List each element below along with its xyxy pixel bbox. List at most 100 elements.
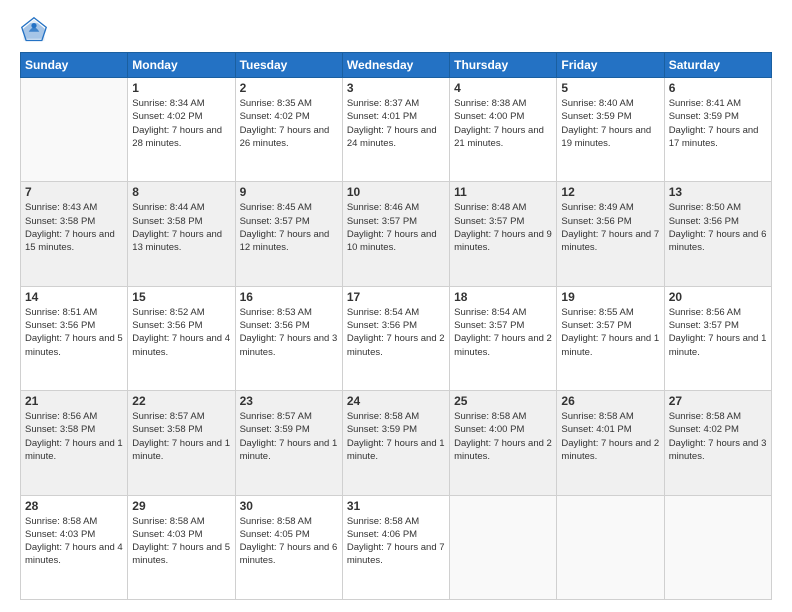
day-number: 5 (561, 81, 659, 95)
logo (20, 16, 52, 44)
calendar-day-cell: 12 Sunrise: 8:49 AMSunset: 3:56 PMDayligh… (557, 182, 664, 286)
weekday-header-saturday: Saturday (664, 53, 771, 78)
calendar-day-cell: 16 Sunrise: 8:53 AMSunset: 3:56 PMDayligh… (235, 286, 342, 390)
day-info: Sunrise: 8:54 AMSunset: 3:56 PMDaylight:… (347, 306, 445, 359)
day-number: 19 (561, 290, 659, 304)
day-number: 22 (132, 394, 230, 408)
calendar-week-row: 14Sunrise: 8:51 AMSunset: 3:56 PMDayligh… (21, 286, 772, 390)
calendar-day-cell: 20 Sunrise: 8:56 AMSunset: 3:57 PMDayligh… (664, 286, 771, 390)
weekday-header-wednesday: Wednesday (342, 53, 449, 78)
day-info: Sunrise: 8:37 AMSunset: 4:01 PMDaylight:… (347, 97, 445, 150)
calendar-day-cell: 29 Sunrise: 8:58 AMSunset: 4:03 PMDayligh… (128, 495, 235, 599)
day-number: 12 (561, 185, 659, 199)
calendar-day-cell: 24 Sunrise: 8:58 AMSunset: 3:59 PMDayligh… (342, 391, 449, 495)
calendar-day-cell: 5 Sunrise: 8:40 AMSunset: 3:59 PMDaylight… (557, 78, 664, 182)
weekday-header-sunday: Sunday (21, 53, 128, 78)
calendar-day-cell: 11 Sunrise: 8:48 AMSunset: 3:57 PMDayligh… (450, 182, 557, 286)
day-number: 11 (454, 185, 552, 199)
day-number: 14 (25, 290, 123, 304)
day-info: Sunrise: 8:52 AMSunset: 3:56 PMDaylight:… (132, 306, 230, 359)
day-number: 3 (347, 81, 445, 95)
calendar-day-cell: 25 Sunrise: 8:58 AMSunset: 4:00 PMDayligh… (450, 391, 557, 495)
day-info: Sunrise: 8:58 AMSunset: 4:02 PMDaylight:… (669, 410, 767, 463)
calendar-day-cell: 15 Sunrise: 8:52 AMSunset: 3:56 PMDayligh… (128, 286, 235, 390)
calendar-day-cell: 1 Sunrise: 8:34 AMSunset: 4:02 PMDaylight… (128, 78, 235, 182)
day-info: Sunrise: 8:49 AMSunset: 3:56 PMDaylight:… (561, 201, 659, 254)
calendar-day-cell: 21 Sunrise: 8:56 AMSunset: 3:58 PMDayligh… (21, 391, 128, 495)
calendar-day-cell: 19Sunrise: 8:55 AMSunset: 3:57 PMDayligh… (557, 286, 664, 390)
day-info: Sunrise: 8:58 AMSunset: 4:05 PMDaylight:… (240, 515, 338, 568)
calendar-day-cell: 18Sunrise: 8:54 AMSunset: 3:57 PMDayligh… (450, 286, 557, 390)
calendar-day-cell: 10Sunrise: 8:46 AMSunset: 3:57 PMDayligh… (342, 182, 449, 286)
day-info: Sunrise: 8:44 AMSunset: 3:58 PMDaylight:… (132, 201, 230, 254)
day-info: Sunrise: 8:58 AMSunset: 4:06 PMDaylight:… (347, 515, 445, 568)
day-number: 23 (240, 394, 338, 408)
calendar-day-cell (450, 495, 557, 599)
calendar-week-row: 21 Sunrise: 8:56 AMSunset: 3:58 PMDayligh… (21, 391, 772, 495)
day-info: Sunrise: 8:34 AMSunset: 4:02 PMDaylight:… (132, 97, 230, 150)
calendar-day-cell: 28 Sunrise: 8:58 AMSunset: 4:03 PMDayligh… (21, 495, 128, 599)
day-info: Sunrise: 8:40 AMSunset: 3:59 PMDaylight:… (561, 97, 659, 150)
day-info: Sunrise: 8:57 AMSunset: 3:58 PMDaylight:… (132, 410, 230, 463)
day-number: 4 (454, 81, 552, 95)
day-number: 6 (669, 81, 767, 95)
calendar-day-cell: 22 Sunrise: 8:57 AMSunset: 3:58 PMDayligh… (128, 391, 235, 495)
calendar-day-cell: 31 Sunrise: 8:58 AMSunset: 4:06 PMDayligh… (342, 495, 449, 599)
day-number: 21 (25, 394, 123, 408)
calendar-day-cell: 7Sunrise: 8:43 AMSunset: 3:58 PMDaylight… (21, 182, 128, 286)
day-number: 27 (669, 394, 767, 408)
calendar-day-cell (664, 495, 771, 599)
calendar-day-cell: 17Sunrise: 8:54 AMSunset: 3:56 PMDayligh… (342, 286, 449, 390)
day-info: Sunrise: 8:56 AMSunset: 3:57 PMDaylight:… (669, 306, 767, 359)
day-number: 16 (240, 290, 338, 304)
calendar-day-cell: 23Sunrise: 8:57 AMSunset: 3:59 PMDayligh… (235, 391, 342, 495)
weekday-header-thursday: Thursday (450, 53, 557, 78)
day-number: 15 (132, 290, 230, 304)
weekday-header-row: SundayMondayTuesdayWednesdayThursdayFrid… (21, 53, 772, 78)
calendar-day-cell: 14Sunrise: 8:51 AMSunset: 3:56 PMDayligh… (21, 286, 128, 390)
calendar-day-cell (557, 495, 664, 599)
day-info: Sunrise: 8:53 AMSunset: 3:56 PMDaylight:… (240, 306, 338, 359)
day-info: Sunrise: 8:45 AMSunset: 3:57 PMDaylight:… (240, 201, 338, 254)
day-info: Sunrise: 8:48 AMSunset: 3:57 PMDaylight:… (454, 201, 552, 254)
day-number: 20 (669, 290, 767, 304)
day-number: 2 (240, 81, 338, 95)
day-info: Sunrise: 8:38 AMSunset: 4:00 PMDaylight:… (454, 97, 552, 150)
day-number: 8 (132, 185, 230, 199)
calendar-day-cell: 13 Sunrise: 8:50 AMSunset: 3:56 PMDayligh… (664, 182, 771, 286)
calendar-day-cell: 3 Sunrise: 8:37 AMSunset: 4:01 PMDaylight… (342, 78, 449, 182)
day-info: Sunrise: 8:56 AMSunset: 3:58 PMDaylight:… (25, 410, 123, 463)
day-number: 25 (454, 394, 552, 408)
calendar-day-cell: 2 Sunrise: 8:35 AMSunset: 4:02 PMDaylight… (235, 78, 342, 182)
calendar-day-cell: 30 Sunrise: 8:58 AMSunset: 4:05 PMDayligh… (235, 495, 342, 599)
weekday-header-tuesday: Tuesday (235, 53, 342, 78)
day-number: 18 (454, 290, 552, 304)
day-number: 31 (347, 499, 445, 513)
day-number: 7 (25, 185, 123, 199)
calendar-day-cell: 26 Sunrise: 8:58 AMSunset: 4:01 PMDayligh… (557, 391, 664, 495)
day-info: Sunrise: 8:58 AMSunset: 4:00 PMDaylight:… (454, 410, 552, 463)
day-number: 26 (561, 394, 659, 408)
day-number: 24 (347, 394, 445, 408)
day-number: 1 (132, 81, 230, 95)
day-number: 28 (25, 499, 123, 513)
day-info: Sunrise: 8:58 AMSunset: 3:59 PMDaylight:… (347, 410, 445, 463)
day-number: 29 (132, 499, 230, 513)
calendar-day-cell: 9 Sunrise: 8:45 AMSunset: 3:57 PMDaylight… (235, 182, 342, 286)
day-info: Sunrise: 8:58 AMSunset: 4:03 PMDaylight:… (25, 515, 123, 568)
day-number: 30 (240, 499, 338, 513)
weekday-header-friday: Friday (557, 53, 664, 78)
calendar-day-cell: 27 Sunrise: 8:58 AMSunset: 4:02 PMDayligh… (664, 391, 771, 495)
day-info: Sunrise: 8:58 AMSunset: 4:01 PMDaylight:… (561, 410, 659, 463)
day-number: 10 (347, 185, 445, 199)
day-info: Sunrise: 8:35 AMSunset: 4:02 PMDaylight:… (240, 97, 338, 150)
day-number: 13 (669, 185, 767, 199)
day-info: Sunrise: 8:50 AMSunset: 3:56 PMDaylight:… (669, 201, 767, 254)
day-number: 9 (240, 185, 338, 199)
calendar-table: SundayMondayTuesdayWednesdayThursdayFrid… (20, 52, 772, 600)
logo-icon (20, 16, 48, 44)
day-info: Sunrise: 8:58 AMSunset: 4:03 PMDaylight:… (132, 515, 230, 568)
header (20, 16, 772, 44)
calendar-week-row: 1 Sunrise: 8:34 AMSunset: 4:02 PMDaylight… (21, 78, 772, 182)
calendar-week-row: 7Sunrise: 8:43 AMSunset: 3:58 PMDaylight… (21, 182, 772, 286)
